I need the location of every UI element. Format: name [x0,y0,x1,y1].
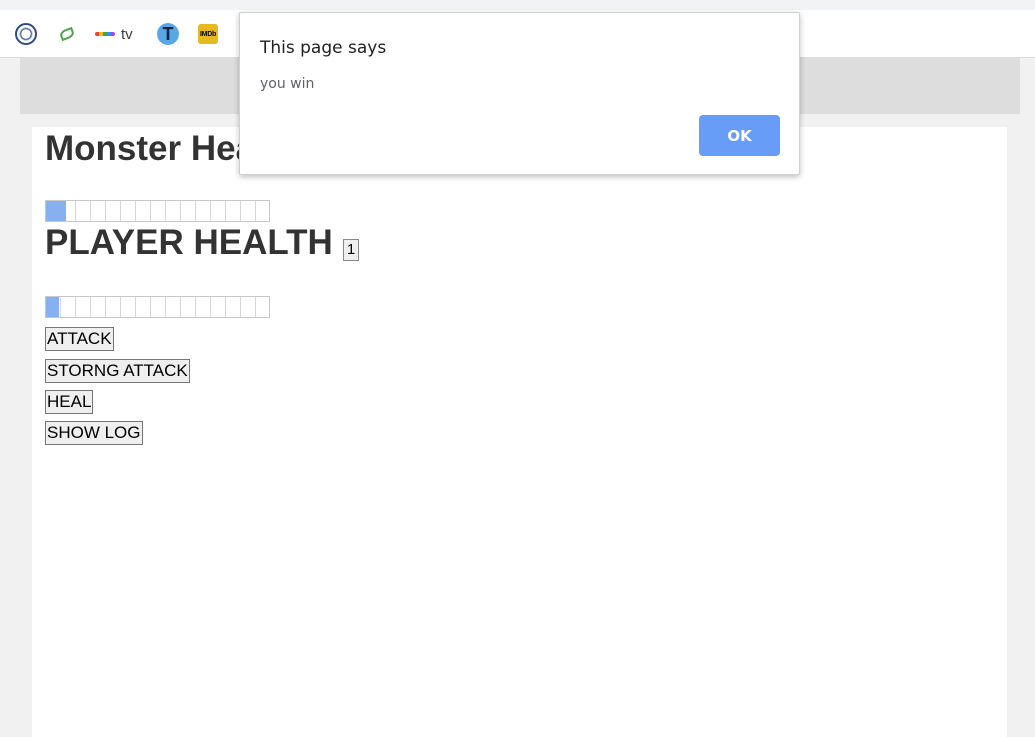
leaf-icon [58,26,76,42]
imdb-icon: IMDb [198,24,218,44]
monster-health-title: Monster Hea [45,129,256,168]
dialog-title: This page says [260,38,387,58]
monster-health-fill [46,201,67,221]
alert-dialog: This page says you win OK [239,12,800,175]
page-card: Monster Hea PLAYER HEALTH 1 ATTACK STORN… [32,127,1007,737]
ok-button[interactable]: OK [699,115,780,156]
player-health-label: PLAYER HEALTH [45,223,333,262]
heal-button[interactable]: HEAL [45,390,94,414]
monster-health-bar [45,200,270,222]
bookmark-leaf[interactable] [58,22,76,46]
strong-attack-button[interactable]: STORNG ATTACK [45,359,190,383]
circular-seal-icon [15,23,37,45]
bookmark-t[interactable]: T [157,22,179,46]
t-letter-icon: T [157,23,179,45]
bookmark-tv[interactable]: tv [95,22,141,46]
colored-dots-icon [95,32,115,36]
player-count-badge: 1 [342,239,360,261]
bookmark-tv-label: tv [121,25,133,43]
dialog-message: you win [260,76,315,92]
player-health-fill [46,297,60,317]
bookmark-seal[interactable] [15,22,37,46]
player-health-title: PLAYER HEALTH 1 [45,223,360,263]
show-log-button[interactable]: SHOW LOG [45,421,143,445]
player-health-bar [45,296,270,318]
attack-button[interactable]: ATTACK [45,327,114,351]
bookmark-imdb[interactable]: IMDb [198,22,218,46]
